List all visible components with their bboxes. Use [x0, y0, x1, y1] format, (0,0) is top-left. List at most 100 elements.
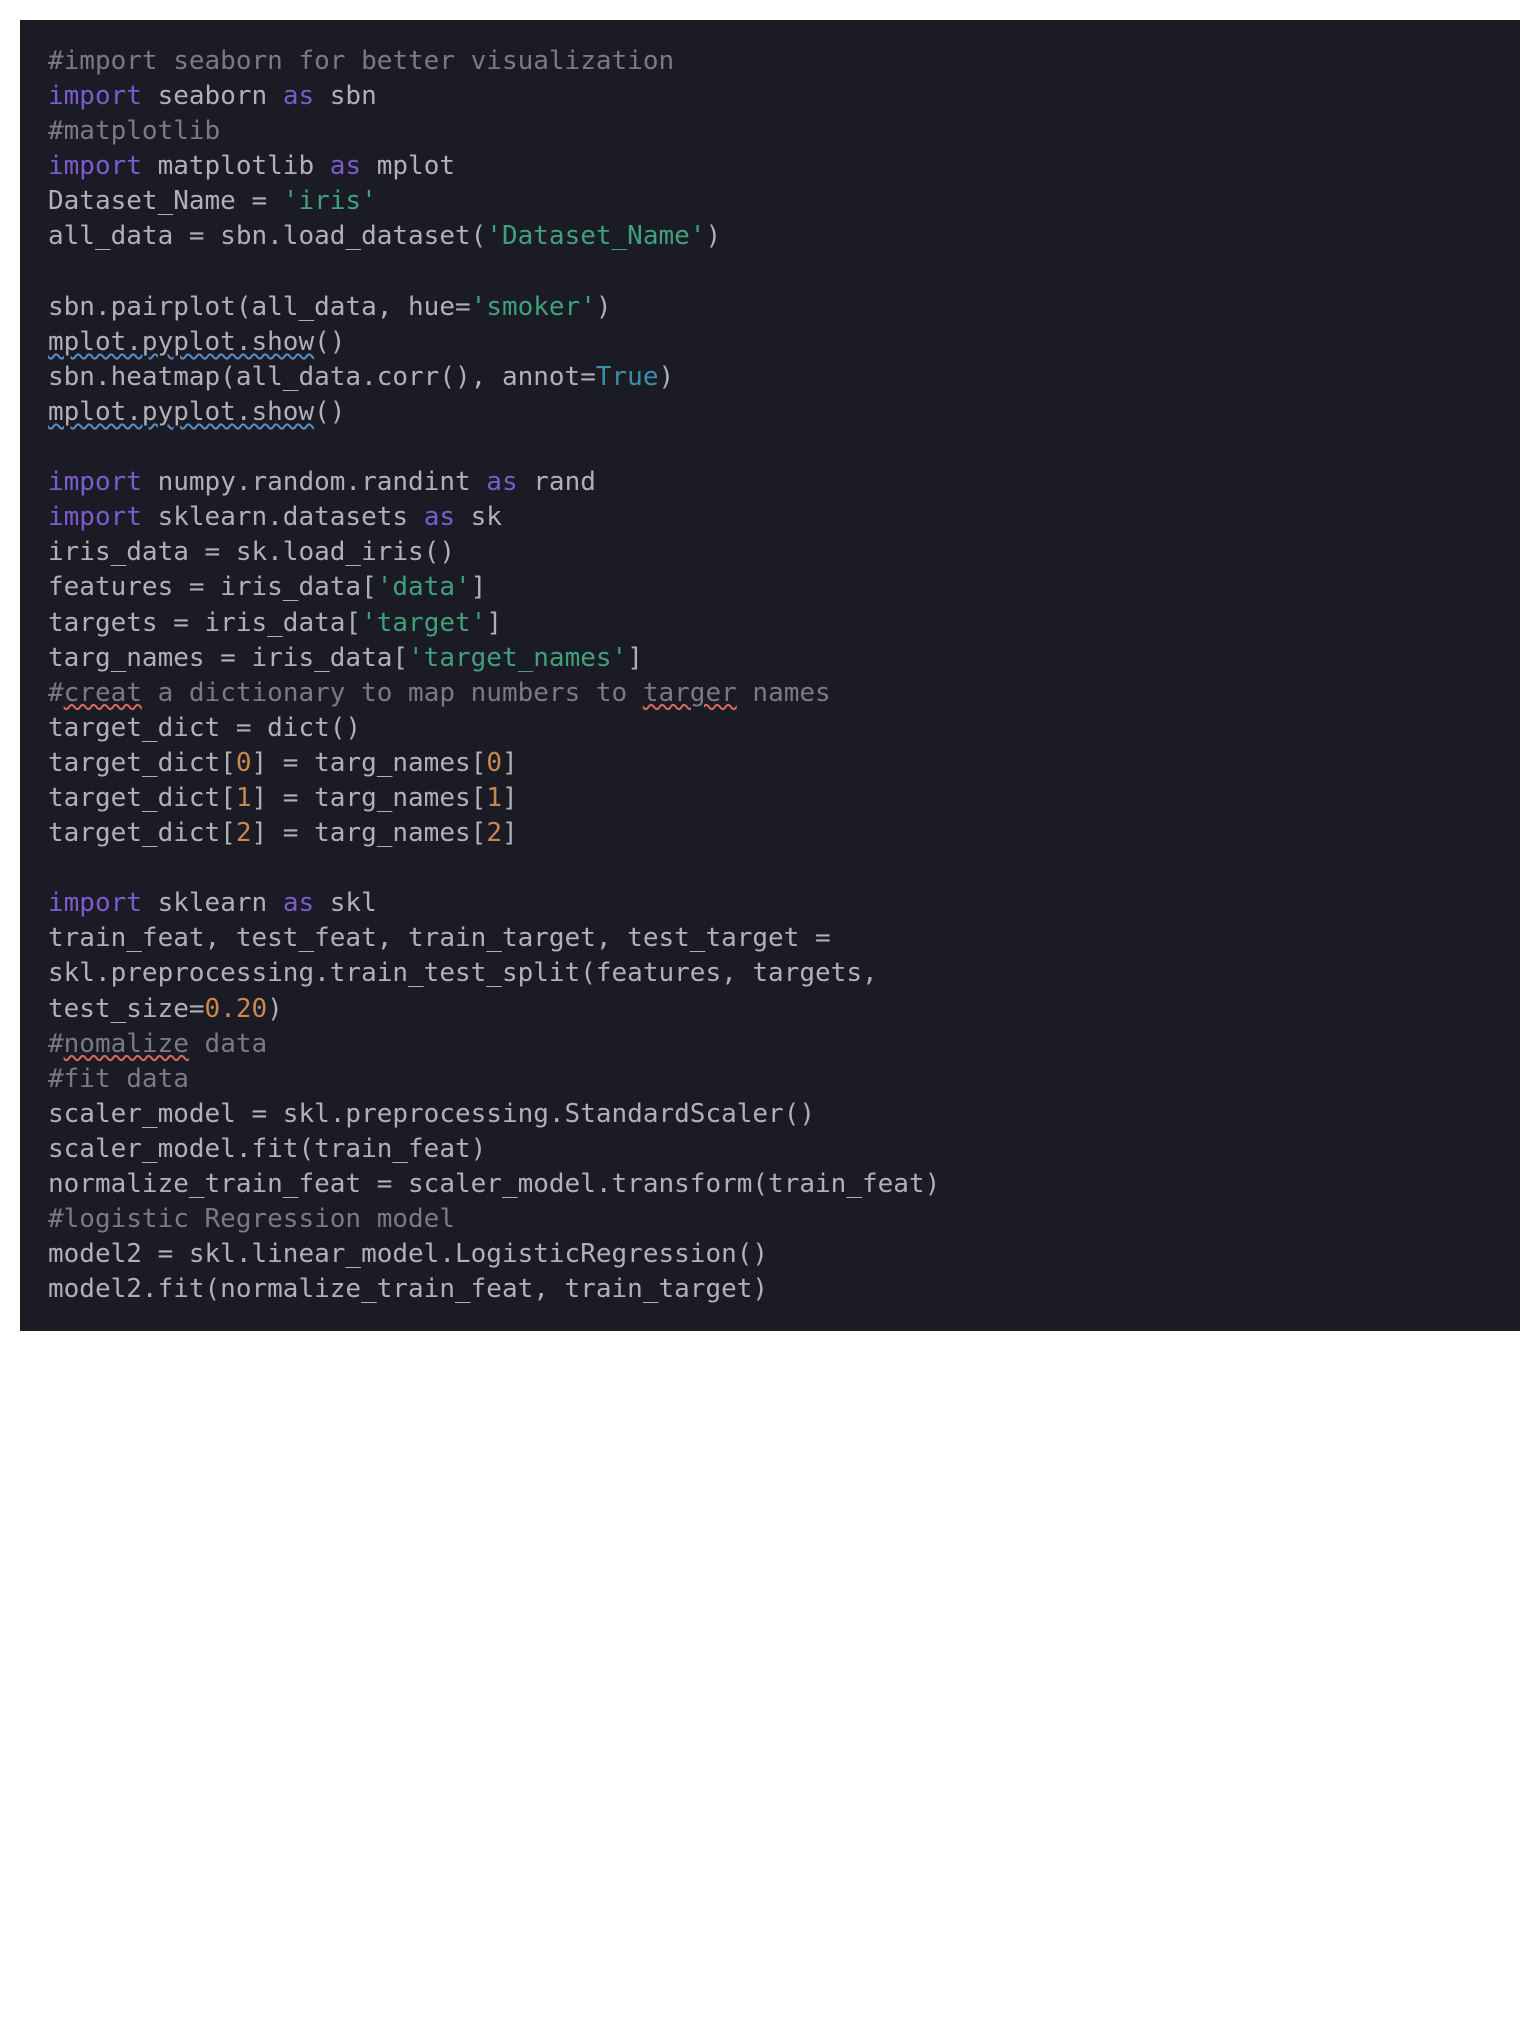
code-token: ] [486, 608, 502, 638]
code-token: sbn.heatmap(all_data.corr(), annot= [48, 362, 596, 392]
code-line[interactable]: Dataset_Name = 'iris' [48, 186, 377, 216]
code-token: import [48, 502, 142, 532]
code-token: ) [705, 221, 721, 251]
code-line[interactable]: skl.preprocessing.train_test_split(featu… [48, 958, 893, 988]
code-token: ) [596, 292, 612, 322]
code-token: test_size= [48, 994, 205, 1024]
code-line[interactable]: sbn.heatmap(all_data.corr(), annot=True) [48, 362, 674, 392]
code-token: # [48, 678, 64, 708]
code-token: 'Dataset_Name' [486, 221, 705, 251]
code-token: targets = iris_data[ [48, 608, 361, 638]
code-token: target_dict[ [48, 748, 236, 778]
code-token: targer [643, 678, 737, 708]
code-line[interactable]: sbn.pairplot(all_data, hue='smoker') [48, 292, 612, 322]
code-token: ] = targ_names[ [252, 818, 487, 848]
code-token: model2.fit(normalize_train_feat, train_t… [48, 1274, 768, 1304]
code-token: ] = targ_names[ [252, 748, 487, 778]
code-token: ] [502, 783, 518, 813]
code-line[interactable]: normalize_train_feat = scaler_model.tran… [48, 1169, 940, 1199]
code-token: target_dict[ [48, 783, 236, 813]
code-token: 'target_names' [408, 643, 627, 673]
code-token: # [48, 1029, 64, 1059]
code-line[interactable]: #creat a dictionary to map numbers to ta… [48, 678, 831, 708]
code-token: #fit data [48, 1064, 189, 1094]
code-token: target_dict[ [48, 818, 236, 848]
code-token: as [330, 151, 361, 181]
code-line[interactable]: import seaborn as sbn [48, 81, 377, 111]
code-line[interactable]: #logistic Regression model [48, 1204, 455, 1234]
code-token: #matplotlib [48, 116, 220, 146]
code-token: mplot.pyplot.show [48, 397, 314, 427]
code-line[interactable]: scaler_model = skl.preprocessing.Standar… [48, 1099, 815, 1129]
code-content[interactable]: #import seaborn for better visualization… [48, 46, 940, 1304]
code-token: () [314, 397, 345, 427]
code-token: iris_data = sk.load_iris() [48, 537, 455, 567]
code-line[interactable]: #nomalize data [48, 1029, 267, 1059]
code-line[interactable]: target_dict = dict() [48, 713, 361, 743]
code-token: scaler_model = skl.preprocessing.Standar… [48, 1099, 815, 1129]
code-token: import [48, 151, 142, 181]
code-line[interactable]: import sklearn.datasets as sk [48, 502, 502, 532]
code-token: 0 [486, 748, 502, 778]
code-token: normalize_train_feat = scaler_model.tran… [48, 1169, 940, 1199]
code-token: train_feat, test_feat, train_target, tes… [48, 923, 846, 953]
code-token: import [48, 81, 142, 111]
code-token: Dataset_Name = [48, 186, 283, 216]
code-line[interactable]: targ_names = iris_data['target_names'] [48, 643, 643, 673]
code-line[interactable]: all_data = sbn.load_dataset('Dataset_Nam… [48, 221, 721, 251]
code-line[interactable]: import matplotlib as mplot [48, 151, 455, 181]
code-token: scaler_model.fit(train_feat) [48, 1134, 486, 1164]
code-token: as [424, 502, 455, 532]
code-token: ) [267, 994, 283, 1024]
code-line[interactable]: model2 = skl.linear_model.LogisticRegres… [48, 1239, 768, 1269]
code-line[interactable]: model2.fit(normalize_train_feat, train_t… [48, 1274, 768, 1304]
code-token: 'smoker' [471, 292, 596, 322]
code-token: ] [627, 643, 643, 673]
code-line[interactable]: features = iris_data['data'] [48, 572, 486, 602]
code-line[interactable]: target_dict[0] = targ_names[0] [48, 748, 518, 778]
code-token: names [737, 678, 831, 708]
code-editor[interactable]: #import seaborn for better visualization… [20, 20, 1520, 1331]
code-token: as [283, 888, 314, 918]
code-line[interactable]: mplot.pyplot.show() [48, 327, 345, 357]
code-token: 1 [486, 783, 502, 813]
code-line[interactable]: scaler_model.fit(train_feat) [48, 1134, 486, 1164]
code-token: () [314, 327, 345, 357]
code-token: as [486, 467, 517, 497]
code-token: sk [455, 502, 502, 532]
code-token: matplotlib [142, 151, 330, 181]
code-line[interactable]: #matplotlib [48, 116, 220, 146]
code-token: 2 [486, 818, 502, 848]
code-token: mplot.pyplot.show [48, 327, 314, 357]
code-line[interactable]: #import seaborn for better visualization [48, 46, 674, 76]
code-token: 0.20 [205, 994, 268, 1024]
code-line[interactable]: iris_data = sk.load_iris() [48, 537, 455, 567]
code-line[interactable]: #fit data [48, 1064, 189, 1094]
code-token: 'target' [361, 608, 486, 638]
code-token: numpy.random.randint [142, 467, 486, 497]
code-line[interactable]: import sklearn as skl [48, 888, 377, 918]
code-token: seaborn [142, 81, 283, 111]
code-token: skl.preprocessing.train_test_split(featu… [48, 958, 893, 988]
code-token: target_dict = dict() [48, 713, 361, 743]
code-token: sklearn [142, 888, 283, 918]
code-token: import [48, 467, 142, 497]
code-line[interactable]: train_feat, test_feat, train_target, tes… [48, 923, 846, 953]
code-line[interactable]: target_dict[2] = targ_names[2] [48, 818, 518, 848]
code-token: a dictionary to map numbers to [142, 678, 643, 708]
code-token: mplot [361, 151, 455, 181]
code-token: model2 = skl.linear_model.LogisticRegres… [48, 1239, 768, 1269]
code-line[interactable]: test_size=0.20) [48, 994, 283, 1024]
code-token: ) [659, 362, 675, 392]
code-token: skl [314, 888, 377, 918]
code-token: as [283, 81, 314, 111]
code-token: all_data = sbn.load_dataset( [48, 221, 486, 251]
code-token: True [596, 362, 659, 392]
code-line[interactable]: mplot.pyplot.show() [48, 397, 345, 427]
code-token: targ_names = iris_data[ [48, 643, 408, 673]
code-token: sklearn.datasets [142, 502, 424, 532]
code-token: 'iris' [283, 186, 377, 216]
code-line[interactable]: target_dict[1] = targ_names[1] [48, 783, 518, 813]
code-line[interactable]: import numpy.random.randint as rand [48, 467, 596, 497]
code-line[interactable]: targets = iris_data['target'] [48, 608, 502, 638]
